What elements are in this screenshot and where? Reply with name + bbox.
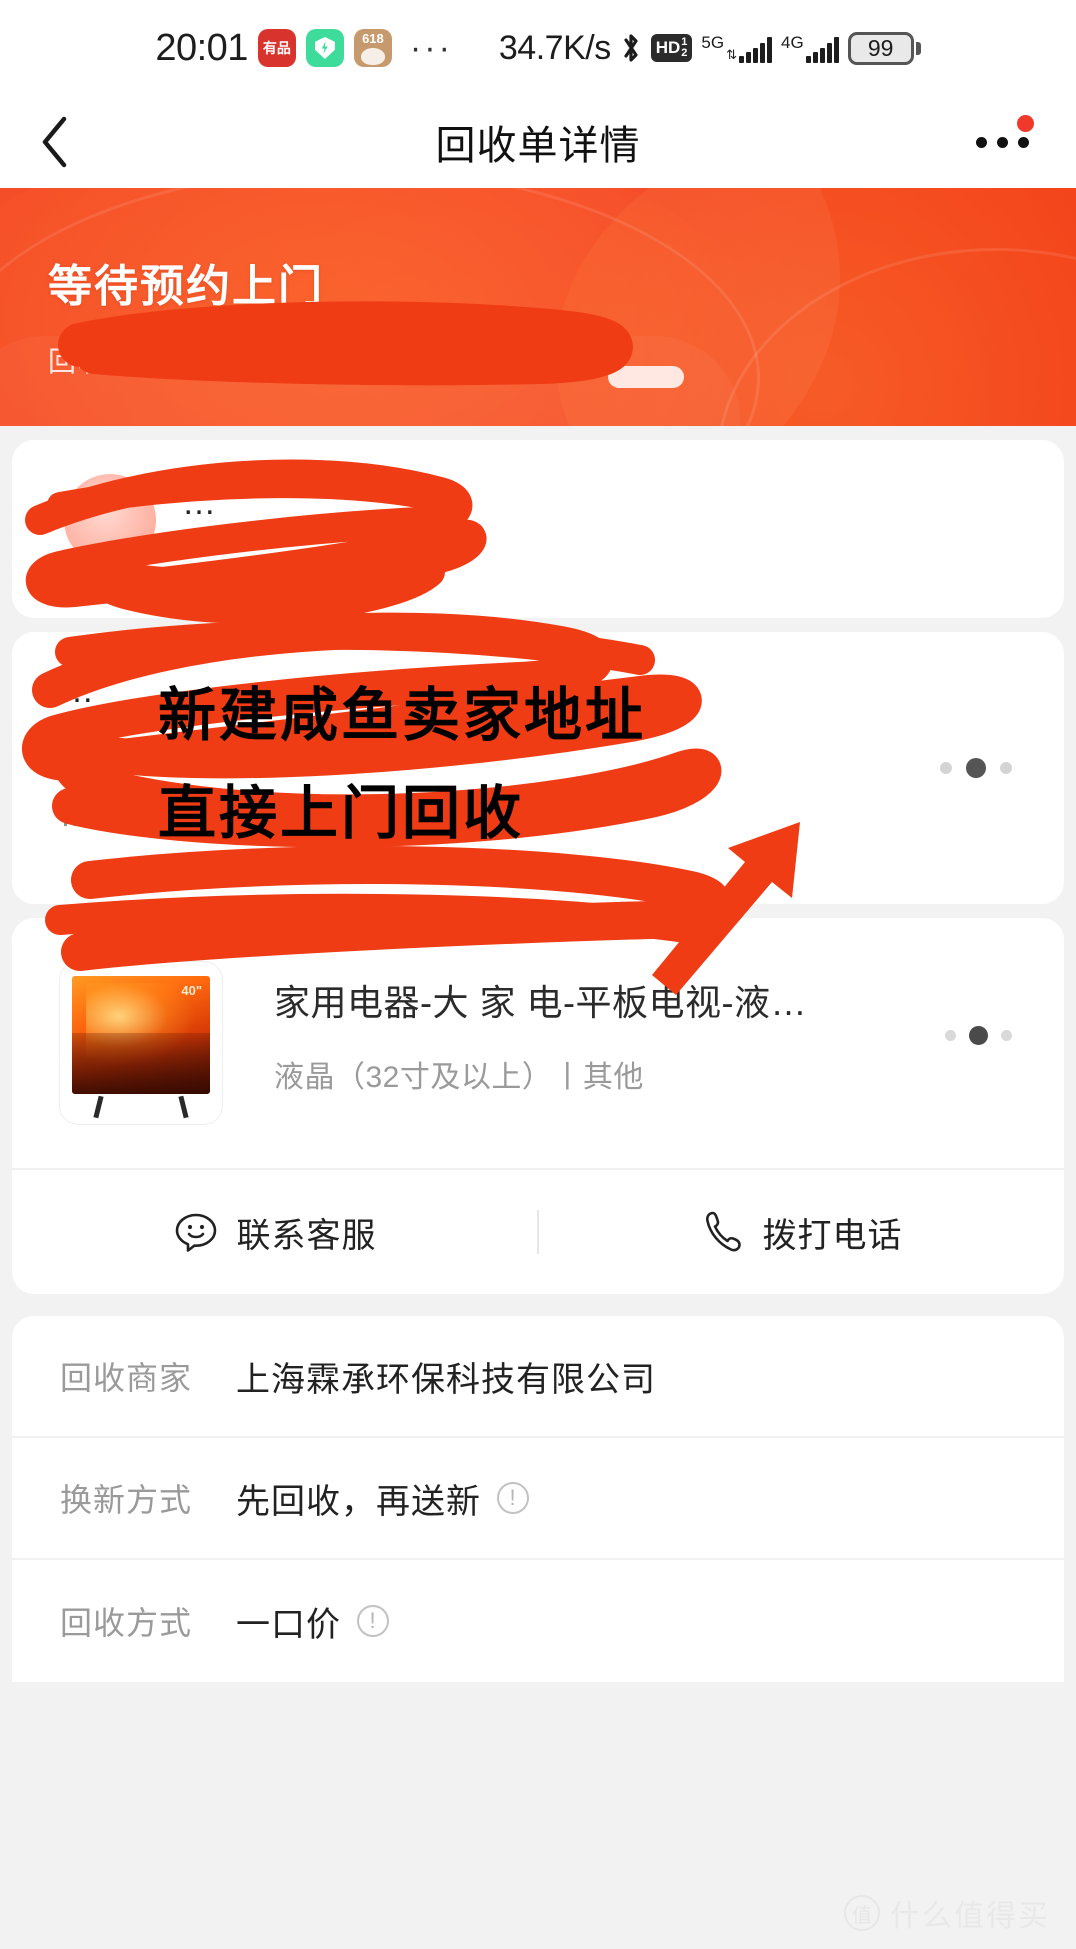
- status-bar-left: 20:01 有品 618 ···: [155, 27, 453, 70]
- more-dot: [975, 136, 987, 148]
- call-phone-button[interactable]: 拨打电话: [539, 1208, 1064, 1257]
- navigation-bar: 回收单详情: [0, 96, 1076, 188]
- user-card[interactable]: … …: [12, 440, 1064, 618]
- contact-service-label: 联系客服: [236, 1216, 377, 1255]
- page-dot: [940, 762, 952, 774]
- info-label: 换新方式: [60, 1482, 193, 1518]
- watermark-logo-icon: 值: [844, 1895, 880, 1931]
- status-time: 20:01: [155, 26, 248, 69]
- order-status-banner: 等待预约上门 回收…: [0, 188, 1076, 426]
- info-value: 一口价 !: [236, 1597, 389, 1646]
- tv-screen-image: 40": [72, 976, 210, 1094]
- chat-smiley-icon: [175, 1213, 216, 1252]
- more-dot: [996, 136, 1008, 148]
- network-speed: 34.7K/s: [498, 28, 611, 67]
- more-dot: [1017, 136, 1029, 148]
- notification-badge: [1017, 115, 1034, 132]
- youpin-icon: 有品: [257, 29, 296, 67]
- tv-stand-icon: [88, 1094, 194, 1118]
- page-dot-active: [969, 1026, 988, 1045]
- order-status-title: 等待预约上门: [48, 262, 324, 311]
- action-bar: 联系客服 拨打电话: [12, 1168, 1064, 1294]
- recycle-item-card[interactable]: 40" 家用电器-大 家 电-平板电视-液… 液晶（32寸及以上）丨其他 联系客…: [12, 918, 1064, 1294]
- bluetooth-icon: [620, 31, 642, 65]
- item-thumbnail: 40": [60, 962, 222, 1124]
- info-value-text: 一口价: [236, 1605, 341, 1644]
- info-tooltip-icon[interactable]: !: [497, 1482, 529, 1514]
- watermark-text: 什么值得买: [890, 1900, 1050, 1933]
- info-value: 上海霖承环保科技有限公司: [236, 1352, 656, 1401]
- info-value-text: 上海霖承环保科技有限公司: [236, 1360, 656, 1399]
- app-screen: 20:01 有品 618 ··· 34.7K/s HD12 5G ⇅ 4G: [0, 0, 1076, 1949]
- item-page-indicator[interactable]: [945, 1026, 1012, 1045]
- hd-call-icon: HD 1 2: [650, 34, 693, 62]
- page-dot: [1000, 762, 1012, 774]
- address-line-1: …: [60, 740, 90, 773]
- page-dot: [1001, 1030, 1012, 1041]
- status-overflow-icon: ···: [409, 28, 453, 67]
- info-row-exchange-method: 换新方式 先回收，再送新 !: [12, 1438, 1064, 1560]
- address-page-indicator[interactable]: [940, 758, 1012, 778]
- page-title: 回收单详情: [435, 124, 641, 168]
- user-name: …: [182, 484, 216, 522]
- info-tooltip-icon[interactable]: !: [357, 1605, 389, 1637]
- status-bar: 20:01 有品 618 ··· 34.7K/s HD12 5G ⇅ 4G: [0, 0, 1076, 96]
- order-status-subtext: 回收…: [48, 346, 136, 377]
- info-row-recycle-method: 回收方式 一口价 !: [12, 1560, 1064, 1682]
- battery-icon: 99: [847, 31, 921, 65]
- 618-promo-icon: 618: [353, 29, 392, 67]
- address-title: …: [60, 672, 94, 710]
- page-dot: [945, 1030, 956, 1041]
- phone-handset-icon: [705, 1211, 741, 1252]
- call-phone-label: 拨打电话: [762, 1216, 903, 1255]
- item-title: 家用电器-大 家 电-平板电视-液…: [274, 982, 807, 1023]
- item-subtitle: 液晶（32寸及以上）丨其他: [274, 1061, 644, 1094]
- info-row-merchant: 回收商家 上海霖承环保科技有限公司: [12, 1316, 1064, 1438]
- watermark: 值 什么值得买: [844, 1891, 1050, 1935]
- tv-size-label: 40": [181, 983, 202, 998]
- info-value: 先回收，再送新 !: [236, 1474, 529, 1523]
- info-value-text: 先回收，再送新: [236, 1482, 481, 1521]
- page-dot-active: [966, 758, 986, 778]
- info-label: 回收方式: [60, 1605, 193, 1641]
- user-subtext: …: [182, 544, 210, 575]
- more-options-button[interactable]: [964, 115, 1040, 167]
- item-text-block: 家用电器-大 家 电-平板电视-液… 液晶（32寸及以上）丨其他: [274, 962, 807, 1096]
- address-line-2: …: [60, 800, 90, 833]
- avatar: [64, 474, 156, 566]
- security-shield-icon: [305, 29, 344, 67]
- contact-service-button[interactable]: 联系客服: [12, 1208, 537, 1257]
- address-card[interactable]: … … …: [12, 632, 1064, 904]
- order-info-card: 回收商家 上海霖承环保科技有限公司 换新方式 先回收，再送新 ! 回收方式 一口…: [12, 1316, 1064, 1682]
- status-bar-right: 34.7K/s HD 1 2 5G ⇅ 4G 99: [499, 29, 921, 68]
- sim2-signal-icon: 4G: [781, 33, 839, 63]
- info-label: 回收商家: [60, 1360, 193, 1396]
- item-row[interactable]: 40" 家用电器-大 家 电-平板电视-液… 液晶（32寸及以上）丨其他: [12, 918, 1064, 1168]
- sim1-signal-icon: 5G ⇅: [701, 33, 772, 63]
